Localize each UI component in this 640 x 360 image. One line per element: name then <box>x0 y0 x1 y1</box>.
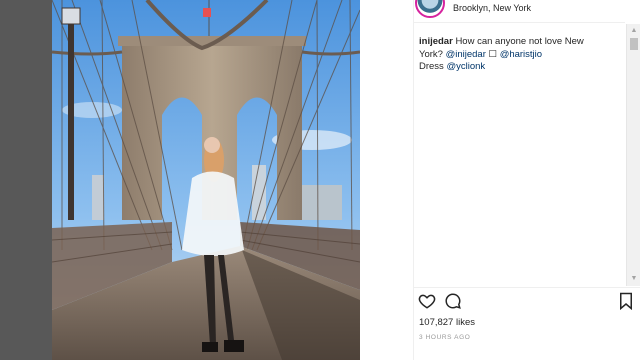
comment-icon <box>445 293 461 309</box>
scroll-down-icon[interactable]: ▼ <box>627 274 640 284</box>
mention-link[interactable]: @yclionk <box>446 61 485 72</box>
avatar[interactable] <box>415 0 445 18</box>
location-link[interactable]: Brooklyn, New York <box>453 3 531 13</box>
divider <box>413 22 625 23</box>
likes-count[interactable]: 107,827 likes <box>419 317 475 328</box>
post-modal: Brooklyn, New York inijedar How can anyo… <box>52 0 640 360</box>
bookmark-icon <box>620 292 632 310</box>
mention-link[interactable]: @haristjio <box>500 49 542 60</box>
caption-glyph: ☐ <box>488 48 498 60</box>
mention-link[interactable]: @inijedar <box>446 49 486 60</box>
post-actions <box>413 291 640 313</box>
comment-button[interactable] <box>443 291 463 311</box>
save-button[interactable] <box>616 291 636 311</box>
like-button[interactable] <box>417 291 437 311</box>
divider <box>413 287 640 288</box>
caption-comment: inijedar How can anyone not love New Yor… <box>419 36 609 74</box>
heart-icon <box>418 294 436 309</box>
caption-dress-label: Dress <box>419 61 444 72</box>
scroll-thumb[interactable] <box>630 38 638 50</box>
post-sidebar: Brooklyn, New York inijedar How can anyo… <box>413 0 640 360</box>
comments-scrollbar[interactable]: ▲ ▼ <box>626 24 640 286</box>
post-photo[interactable] <box>52 0 360 360</box>
scroll-up-icon[interactable]: ▲ <box>627 26 640 36</box>
post-header: Brooklyn, New York <box>413 0 640 22</box>
post-timestamp[interactable]: 3 HOURS AGO <box>419 334 470 341</box>
caption-username[interactable]: inijedar <box>419 36 453 47</box>
bridge-photo <box>52 0 360 360</box>
